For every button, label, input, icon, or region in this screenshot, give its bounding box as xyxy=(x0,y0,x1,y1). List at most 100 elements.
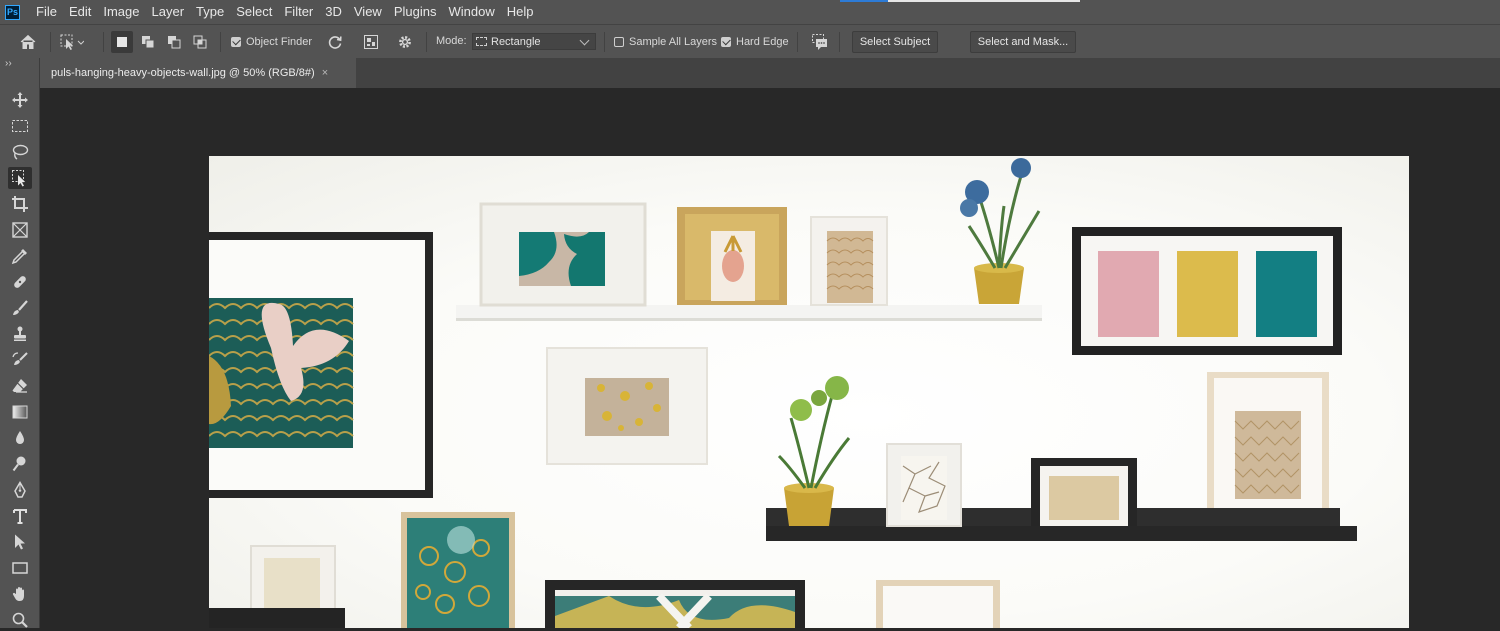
menu-type[interactable]: Type xyxy=(190,0,230,24)
wall-gallery-photo xyxy=(209,158,1357,628)
hard-edge-toggle[interactable]: Hard Edge xyxy=(721,25,789,59)
frame-icon xyxy=(12,222,28,238)
gear-icon xyxy=(399,36,411,48)
new-selection-icon xyxy=(117,37,127,47)
eyedropper-tool[interactable] xyxy=(8,245,32,267)
hard-edge-checkbox[interactable] xyxy=(721,37,731,47)
rectangle-tool[interactable] xyxy=(8,557,32,579)
hand-tool[interactable] xyxy=(8,583,32,605)
gradient-tool[interactable] xyxy=(8,401,32,423)
eraser-tool[interactable] xyxy=(8,375,32,397)
tool-preset-picker[interactable] xyxy=(58,31,84,53)
frame-tool[interactable] xyxy=(8,219,32,241)
subtract-from-selection-button[interactable] xyxy=(163,31,185,53)
brush-tool[interactable] xyxy=(8,297,32,319)
show-all-objects-button[interactable] xyxy=(360,31,382,53)
tools-panel: ›› xyxy=(0,58,40,628)
menu-bar: Ps File Edit Image Layer Type Select Fil… xyxy=(0,0,1500,24)
document-canvas[interactable] xyxy=(209,156,1409,628)
pen-icon xyxy=(14,481,26,498)
path-selection-tool[interactable] xyxy=(8,531,32,553)
move-tool[interactable] xyxy=(8,89,32,111)
rectangle-mode-icon xyxy=(476,37,487,46)
intersect-selection-icon xyxy=(193,35,207,49)
gradient-icon xyxy=(12,405,28,419)
settings-button[interactable] xyxy=(394,31,416,53)
menu-3d[interactable]: 3D xyxy=(319,0,348,24)
collapse-panel-icon[interactable]: ›› xyxy=(5,58,12,69)
lasso-tool[interactable] xyxy=(8,141,32,163)
hand-icon xyxy=(12,587,24,601)
mode-select[interactable]: Rectangle xyxy=(472,33,596,50)
menu-filter[interactable]: Filter xyxy=(278,0,319,24)
object-finder-checkbox[interactable] xyxy=(231,37,241,47)
path-selection-icon xyxy=(15,534,25,550)
rectangular-marquee-tool[interactable] xyxy=(8,115,32,137)
marquee-icon xyxy=(12,120,28,132)
window-title-accent xyxy=(840,0,888,2)
new-selection-button[interactable] xyxy=(111,31,133,53)
menu-plugins[interactable]: Plugins xyxy=(388,0,443,24)
select-and-mask-button[interactable]: Select and Mask... xyxy=(970,31,1076,53)
dodge-tool[interactable] xyxy=(8,453,32,475)
spot-healing-brush-tool[interactable] xyxy=(8,271,32,293)
history-brush-icon xyxy=(12,352,28,365)
object-finder-toggle[interactable]: Object Finder xyxy=(231,25,312,59)
type-tool[interactable] xyxy=(8,505,32,527)
healing-brush-icon xyxy=(14,276,26,288)
add-to-selection-button[interactable] xyxy=(137,31,159,53)
zoom-icon xyxy=(12,612,28,628)
menu-edit[interactable]: Edit xyxy=(63,0,97,24)
crop-tool[interactable] xyxy=(8,193,32,215)
object-selection-tool[interactable] xyxy=(8,167,32,189)
brush-icon xyxy=(13,300,28,315)
refresh-object-finder-button[interactable] xyxy=(324,31,346,53)
crop-icon xyxy=(12,196,28,212)
object-finder-label: Object Finder xyxy=(246,36,313,48)
close-icon[interactable]: × xyxy=(322,67,328,79)
object-selection-icon xyxy=(12,170,26,187)
eraser-icon xyxy=(12,379,27,393)
refresh-icon xyxy=(328,36,342,49)
show-all-objects-icon xyxy=(364,35,378,49)
add-to-selection-icon xyxy=(142,36,155,49)
stamp-icon xyxy=(14,326,26,341)
selection-feedback-button[interactable] xyxy=(809,31,831,53)
move-icon xyxy=(12,92,28,108)
select-subject-button[interactable]: Select Subject xyxy=(852,31,938,53)
speech-bubble-icon xyxy=(812,34,827,50)
history-brush-tool[interactable] xyxy=(8,349,32,371)
sample-all-layers-label: Sample All Layers xyxy=(629,36,718,48)
dodge-icon xyxy=(12,456,26,472)
document-tab[interactable]: puls-hanging-heavy-objects-wall.jpg @ 50… xyxy=(40,58,356,88)
rectangle-shape-icon xyxy=(12,562,28,574)
sample-all-layers-toggle[interactable]: Sample All Layers xyxy=(614,25,717,59)
menu-help[interactable]: Help xyxy=(501,0,540,24)
home-button[interactable] xyxy=(17,31,39,53)
document-tab-bar: puls-hanging-heavy-objects-wall.jpg @ 50… xyxy=(40,58,1500,88)
lasso-icon xyxy=(12,144,29,160)
mode-label: Mode: xyxy=(436,35,467,47)
menu-file[interactable]: File xyxy=(30,0,63,24)
chevron-down-icon xyxy=(579,35,590,45)
menu-image[interactable]: Image xyxy=(97,0,145,24)
mode-value: Rectangle xyxy=(491,35,541,48)
subtract-from-selection-icon xyxy=(168,36,181,49)
type-icon xyxy=(13,509,27,524)
document-tab-title: puls-hanging-heavy-objects-wall.jpg @ 50… xyxy=(51,67,315,79)
intersect-selection-button[interactable] xyxy=(189,31,211,53)
sample-all-layers-checkbox[interactable] xyxy=(614,37,624,47)
blur-tool[interactable] xyxy=(8,427,32,449)
options-bar: Object Finder Mode: Rectangle Sample All… xyxy=(0,24,1500,58)
home-icon xyxy=(20,34,36,49)
photoshop-logo: Ps xyxy=(5,4,20,20)
pen-tool[interactable] xyxy=(8,479,32,501)
menu-view[interactable]: View xyxy=(348,0,388,24)
eyedropper-icon xyxy=(11,249,27,265)
menu-window[interactable]: Window xyxy=(442,0,500,24)
clone-stamp-tool[interactable] xyxy=(8,323,32,345)
menu-select[interactable]: Select xyxy=(230,0,278,24)
menu-layer[interactable]: Layer xyxy=(146,0,191,24)
object-selection-preset-icon xyxy=(60,34,84,50)
blur-drop-icon xyxy=(16,431,24,444)
